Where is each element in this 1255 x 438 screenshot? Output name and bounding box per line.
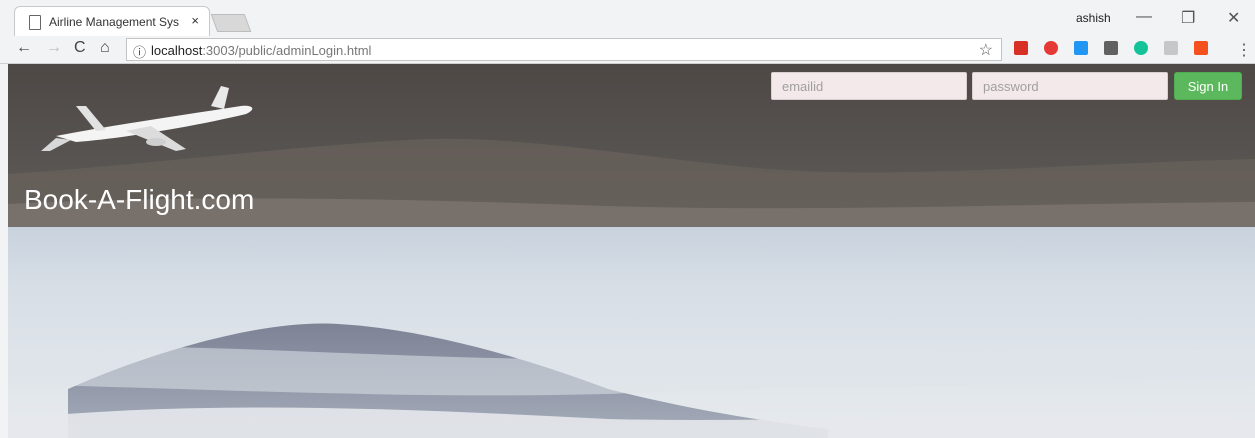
url-text: localhost:3003/public/adminLogin.html (151, 43, 371, 58)
tab-close-icon[interactable]: × (191, 13, 199, 28)
reload-icon[interactable]: C (74, 39, 86, 57)
window-extension-icon[interactable] (1074, 41, 1088, 55)
address-bar[interactable]: ⓘ localhost:3003/public/adminLogin.html … (126, 38, 1002, 61)
email-field[interactable] (771, 72, 967, 100)
sign-in-button[interactable]: Sign In (1174, 72, 1242, 100)
tab-title: Airline Management Syst (49, 15, 179, 29)
profile-name[interactable]: ashish (1076, 11, 1111, 25)
document-icon (29, 15, 41, 30)
color-extension-icon[interactable] (1194, 41, 1208, 55)
site-title: Book-A-Flight.com (24, 184, 255, 215)
bookmark-star-icon[interactable]: ☆ (979, 40, 993, 60)
back-icon[interactable]: ← (16, 39, 32, 57)
page-content: Book-A-Flight.com Sign In (8, 64, 1255, 438)
background-hills (8, 323, 1255, 438)
info-icon[interactable]: ⓘ (133, 42, 146, 61)
menu-icon[interactable]: ⋮ (1236, 40, 1252, 60)
tab-bar: Airline Management Syst × ashish — ❐ ✕ (0, 0, 1255, 36)
home-icon[interactable]: ⌂ (100, 39, 110, 57)
url-path: :3003/public/adminLogin.html (202, 43, 372, 58)
password-field[interactable] (972, 72, 1168, 100)
adblock-extension-icon[interactable] (1044, 41, 1058, 55)
link-extension-icon[interactable] (1164, 41, 1178, 55)
site-header: Book-A-Flight.com Sign In (8, 64, 1255, 227)
close-window-icon[interactable]: ✕ (1227, 8, 1240, 28)
airplane-logo (41, 86, 253, 151)
grammarly-extension-icon[interactable] (1134, 41, 1148, 55)
tab-airline-management[interactable]: Airline Management Syst × (14, 6, 210, 36)
minimize-icon[interactable]: — (1136, 8, 1152, 26)
bookmark-extension-icon[interactable] (1014, 41, 1028, 55)
forward-icon[interactable]: → (46, 39, 62, 57)
browser-toolbar: ← → C ⌂ ⓘ localhost:3003/public/adminLog… (0, 36, 1255, 64)
maximize-icon[interactable]: ❐ (1181, 8, 1195, 28)
screen-extension-icon[interactable] (1104, 41, 1118, 55)
url-host: localhost (151, 43, 203, 58)
new-tab-button[interactable] (210, 14, 252, 32)
